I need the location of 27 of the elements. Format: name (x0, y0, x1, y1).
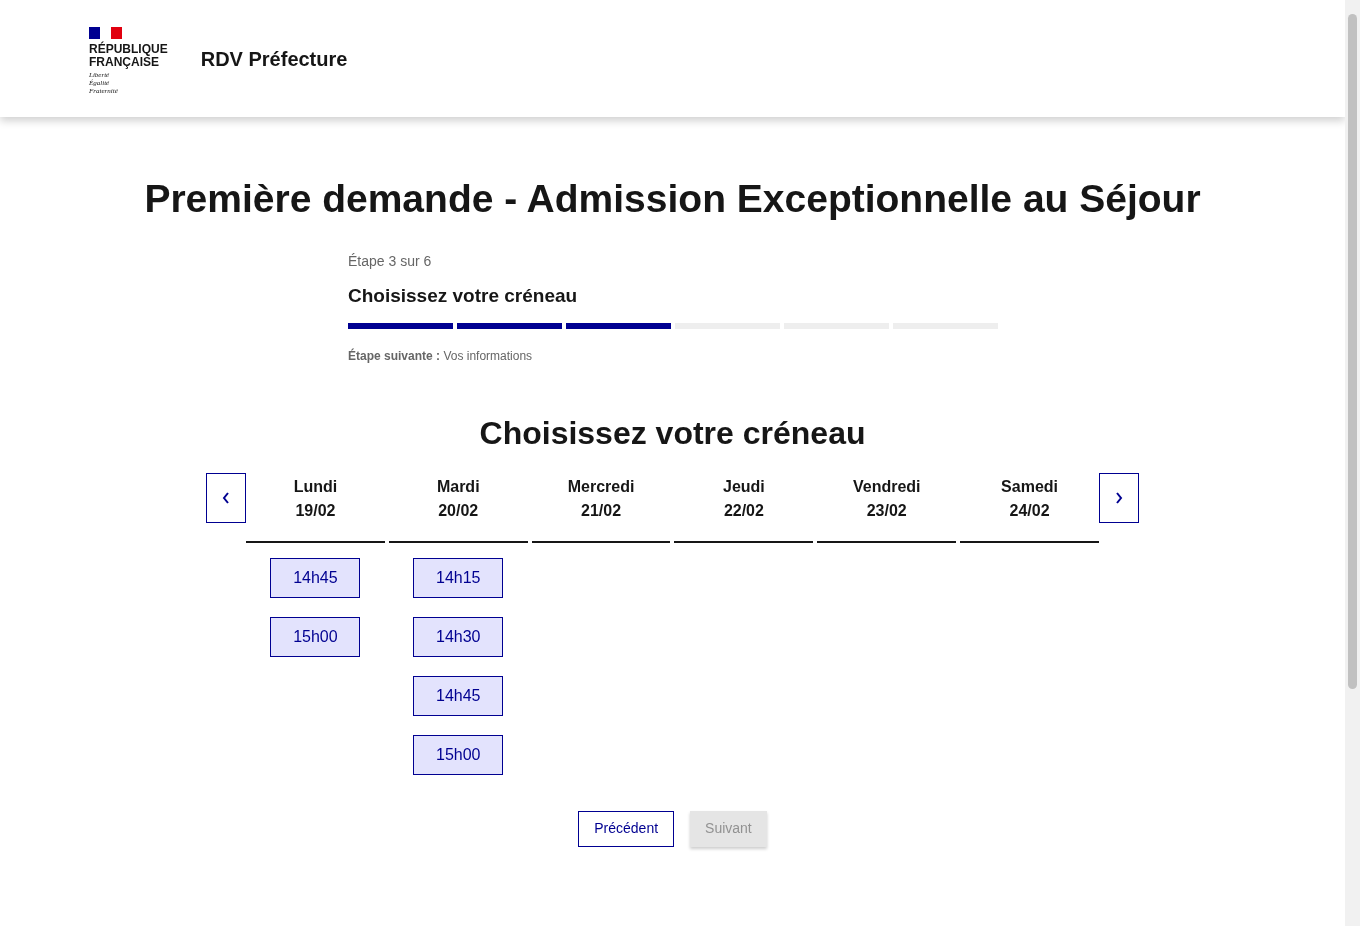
service-name: RDV Préfecture (200, 46, 348, 72)
day-header: Mercredi 21/02 (531, 472, 671, 543)
chevron-left-icon (221, 490, 231, 505)
day-header: Vendredi 23/02 (817, 472, 957, 543)
day-header: Mardi 20/02 (388, 472, 528, 543)
logo-text: FRANÇAISE (89, 55, 159, 69)
scrollbar[interactable] (1345, 0, 1360, 926)
section-heading: Choisissez votre créneau (479, 413, 866, 453)
logo-text: RÉPUBLIQUE (89, 42, 168, 56)
time-slot-button[interactable]: 14h30 (413, 616, 504, 657)
step-title: Choisissez votre créneau (348, 284, 579, 308)
chevron-right-icon (1114, 490, 1124, 505)
day-header: Samedi 24/02 (960, 472, 1099, 543)
day-header: Lundi 19/02 (246, 472, 385, 543)
page-title: Première demande - Admission Exceptionnelle au Séjour (144, 176, 1201, 222)
flag-icon (89, 26, 122, 39)
previous-button[interactable]: Précédent (578, 810, 675, 847)
time-slot-button[interactable]: 14h45 (413, 675, 504, 716)
time-slot-button[interactable]: 14h15 (413, 557, 504, 598)
next-step-text: Étape suivante : Vos informations (348, 347, 534, 365)
next-week-button[interactable] (1099, 472, 1139, 523)
time-slot-button[interactable]: 15h00 (270, 616, 361, 657)
step-counter: Étape 3 sur 6 (348, 252, 433, 271)
time-slot-button[interactable]: 14h45 (270, 557, 361, 598)
previous-week-button[interactable] (206, 472, 246, 523)
time-slot-button[interactable]: 15h00 (413, 734, 504, 775)
day-header: Jeudi 22/02 (674, 472, 814, 543)
